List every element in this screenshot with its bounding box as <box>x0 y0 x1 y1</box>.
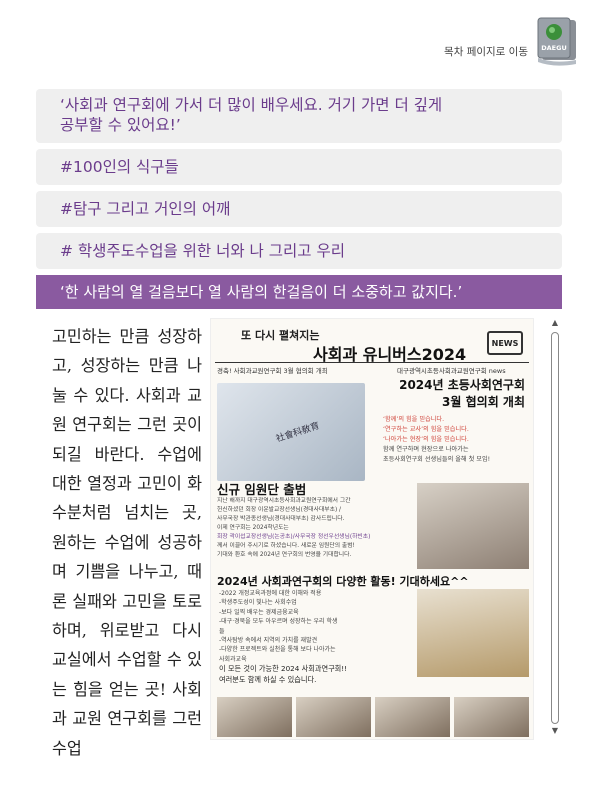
meeting-heading-line-1: 2024년 초등사회연구회 <box>399 378 525 392</box>
book-icon[interactable]: DAEGU <box>528 14 580 68</box>
officers-line: 이제 연구회는 2024학년도는 <box>217 525 289 531</box>
meeting-line: ‘나아가는 현장’의 힘을 믿습니다. <box>383 436 469 443</box>
officers-line: 께서 이끌어 주시기로 하셨습니다. 새로운 임원단의 출범! <box>217 543 355 549</box>
meeting-line: ‘연구하는 교사’의 힘을 믿습니다. <box>383 426 469 433</box>
news-badge: NEWS <box>487 331 523 355</box>
strip-photo <box>375 697 450 737</box>
body-paragraph: 고민하는 만큼 성장하고, 성장하는 만큼 나눌 수 있다. 사회과 교원 연구… <box>52 327 202 758</box>
officers-lines: 지난 해까지 대구광역시초등사회과교원연구회에서 그간 헌신하셨던 회장 이운발… <box>217 497 413 560</box>
book-spine-text: 社會科敎育 <box>275 421 321 445</box>
activities-lines: -2022 개정교육과정에 대한 이해와 적용 -학생주도성이 빛나는 사회수업… <box>219 589 339 664</box>
officers-photo <box>417 483 529 569</box>
meeting-line: 초등사회연구회 선생님들의 올해 첫 모임! <box>383 456 491 463</box>
section-quote-together[interactable]: ‘한 사람의 열 걸음보다 열 사람의 한걸음이 더 소중하고 값지다.’ <box>36 275 562 309</box>
meeting-line: ‘함께’의 힘을 믿습니다. <box>383 416 445 423</box>
newsletter-subtitle-left: 경축! 사회과교원연구회 3월 협의회 개최 <box>217 367 328 375</box>
newsletter-rule <box>215 362 529 363</box>
officers-line: 헌신하셨던 회장 이운발교장선생님(경대사대부초) / <box>217 507 342 513</box>
section-quote-line-1: ‘사회과 연구회에 가서 더 많이 배우세요. 거기 가면 더 깊게 <box>60 96 443 114</box>
activities-line: -보다 일찍 배우는 경제금융교육 <box>219 608 299 616</box>
activities-line: -학생주도성이 빛나는 사회수업 <box>219 599 297 607</box>
activities-photo <box>417 589 529 677</box>
officers-line: 기대와 환호 속에 2024년 연구회의 번영을 기대합니다. <box>217 552 352 558</box>
officers-line: 사무국장 박관종선생님(경대사대부초) 감사드립니다. <box>217 516 345 522</box>
section-inquiry-giants[interactable]: #탐구 그리고 거인의 어깨 <box>36 191 562 227</box>
book-photo: 社會科敎育 <box>217 383 365 481</box>
activities-line: -대구·경북을 모두 아우르며 성장하는 우리 학생들 <box>219 618 338 635</box>
section-100-members[interactable]: #100인의 식구들 <box>36 149 562 185</box>
photo-strip <box>217 697 529 737</box>
newsletter-image: 또 다시 펼쳐지는 사회과 유니버스2024 NEWS 경축! 사회과교원연구회… <box>210 318 534 740</box>
officers-heading: 신규 임원단 출범 <box>217 482 307 497</box>
section-quote-line-2: 공부할 수 있어요!’ <box>60 116 181 134</box>
section-list: ‘사회과 연구회에 가서 더 많이 배우세요. 거기 가면 더 깊게 공부할 수… <box>36 89 562 315</box>
officers-line: 지난 해까지 대구광역시초등사회과교원연구회에서 그간 <box>217 498 351 504</box>
closing-line-2: 여러분도 함께 하실 수 있습니다. <box>219 675 317 684</box>
activities-line: -2022 개정교육과정에 대한 이해와 적용 <box>219 590 322 597</box>
closing-line-1: 이 모든 것이 가능한 2024 사회과연구회!! <box>219 664 348 673</box>
closing-text: 이 모든 것이 가능한 2024 사회과연구회!! 여러분도 함께 하실 수 있… <box>219 663 347 685</box>
meeting-heading-line-2: 3월 협의회 개최 <box>442 395 525 409</box>
scroll-down-arrow-icon[interactable]: ▼ <box>549 726 561 738</box>
activities-line: -역사탐방 속에서 지역의 가치를 재발견 <box>219 637 318 645</box>
scrollbar[interactable]: ▲ ▼ <box>549 318 561 738</box>
scroll-thumb[interactable] <box>551 332 559 724</box>
toc-link[interactable]: 목차 페이지로 이동 <box>444 44 528 59</box>
section-quote-learn[interactable]: ‘사회과 연구회에 가서 더 많이 배우세요. 거기 가면 더 깊게 공부할 수… <box>36 89 562 143</box>
daegu-badge-text: DAEGU <box>541 44 566 52</box>
meeting-line: 함께 연구하며 현장으로 나아가는 <box>383 446 469 453</box>
officers-line: 회장 곽이섭교장선생님(논공초)/사무국장 정선우선생님(하빈초) <box>217 534 371 540</box>
meeting-heading: 2024년 초등사회연구회 3월 협의회 개최 <box>385 377 525 411</box>
scroll-up-arrow-icon[interactable]: ▲ <box>549 318 561 330</box>
meeting-lines: ‘함께’의 힘을 믿습니다. ‘연구하는 교사’의 힘을 믿습니다. ‘나아가는… <box>383 415 529 465</box>
section-student-led[interactable]: # 학생주도수업을 위한 너와 나 그리고 우리 <box>36 233 562 269</box>
strip-photo <box>454 697 529 737</box>
newsletter-title-small: 또 다시 펼쳐지는 <box>241 329 320 342</box>
strip-photo <box>217 697 292 737</box>
newsletter-subtitle-right: 대구광역시초등사회과교원연구회 news <box>397 367 506 375</box>
strip-photo <box>296 697 371 737</box>
activities-line: -다양한 프로젝트와 실천을 통해 보다 나아가는 사회과교육 <box>219 646 336 663</box>
activities-heading: 2024년 사회과연구회의 다양한 활동! 기대하세요^^ <box>217 575 469 588</box>
